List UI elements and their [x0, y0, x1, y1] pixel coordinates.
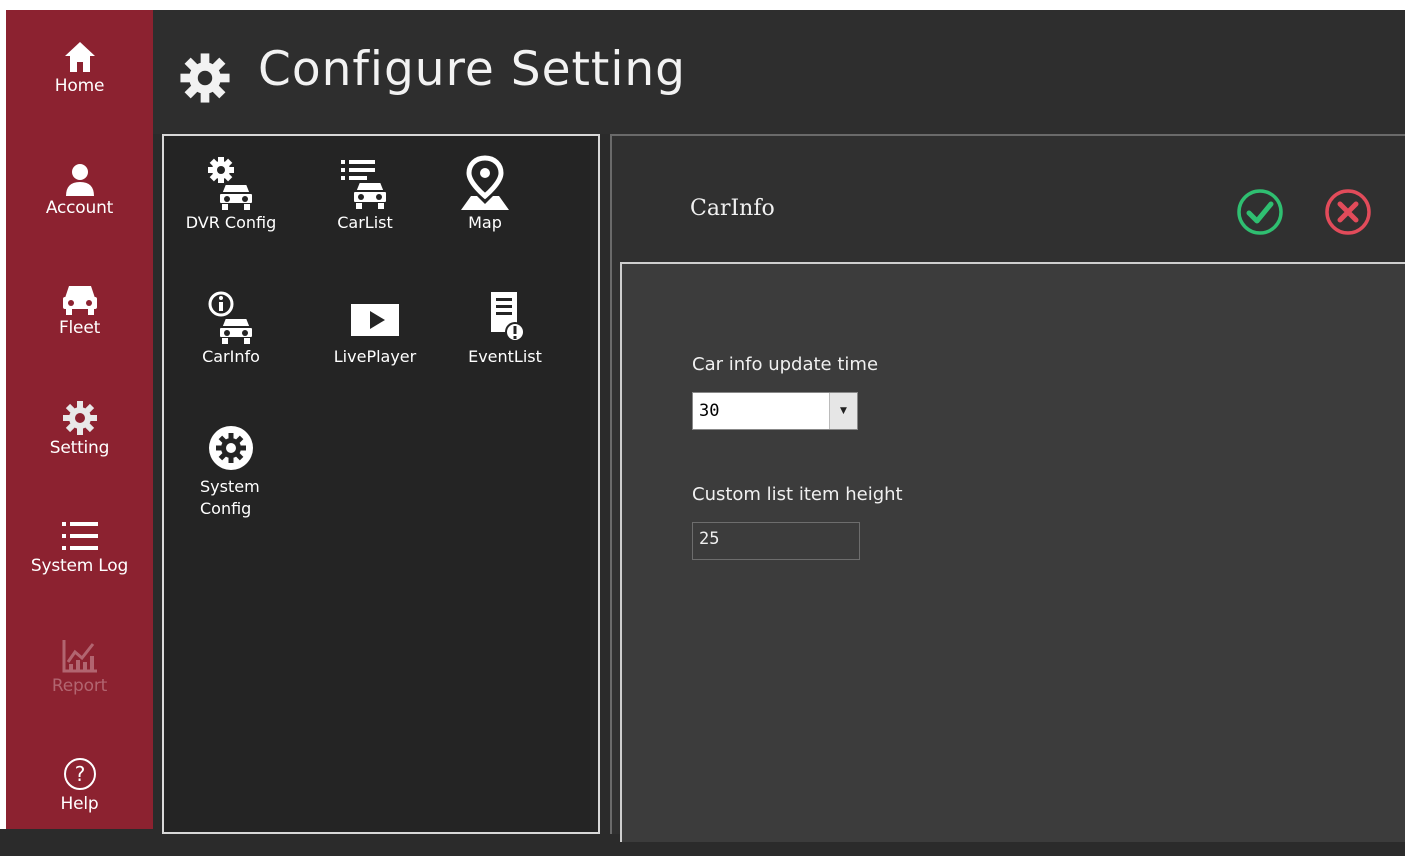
- system-config-icon: [209, 426, 253, 470]
- car-icon: [62, 286, 97, 315]
- window-frame-top: [0, 0, 1405, 10]
- user-icon: [65, 164, 94, 196]
- item-height-label: Custom list item height: [692, 484, 903, 505]
- tile-label: EventList: [468, 347, 542, 366]
- play-icon: [351, 304, 399, 336]
- item-height-input[interactable]: 25: [692, 522, 860, 560]
- sidebar-item-help[interactable]: ? Help: [6, 756, 153, 856]
- svg-text:?: ?: [74, 762, 85, 786]
- tile-eventlist[interactable]: EventList: [440, 288, 570, 408]
- sidebar-item-label: Report: [51, 676, 108, 696]
- sidebar-item-label: Fleet: [58, 318, 101, 338]
- confirm-icon[interactable]: [1234, 186, 1286, 238]
- tile-label: DVR Config: [185, 213, 277, 232]
- chart-icon: [62, 640, 97, 673]
- gear-icon: [180, 53, 230, 103]
- map-pin-icon: [461, 155, 509, 210]
- gear-icon: [62, 401, 97, 435]
- tile-label-line1: System: [200, 477, 260, 496]
- header: Configure Setting: [153, 10, 1405, 134]
- sidebar-item-setting[interactable]: Setting: [6, 400, 153, 500]
- sidebar-item-system-log[interactable]: System Log: [6, 518, 153, 618]
- tile-label: CarInfo: [202, 347, 260, 366]
- dvr-config-icon: [208, 157, 254, 210]
- chevron-down-icon[interactable]: ▼: [829, 393, 857, 429]
- settings-form: Car info update time 30 ▼ Custom list it…: [620, 262, 1405, 842]
- tile-carinfo[interactable]: CarInfo: [166, 288, 296, 408]
- update-time-value: 30: [699, 401, 720, 421]
- sidebar-item-fleet[interactable]: Fleet: [6, 282, 153, 382]
- update-time-label: Car info update time: [692, 354, 879, 375]
- config-menu-panel: DVR Config CarList Map CarInfo LivePlaye…: [162, 134, 600, 834]
- update-time-select[interactable]: 30 ▼: [692, 392, 858, 430]
- carinfo-icon: [208, 291, 254, 344]
- tile-liveplayer[interactable]: LivePlayer: [310, 288, 440, 408]
- sidebar-item-label: Home: [54, 76, 105, 96]
- sidebar-item-label: Account: [45, 198, 114, 218]
- sidebar-item-label: System Log: [30, 556, 129, 576]
- tile-label: LivePlayer: [333, 347, 417, 366]
- sidebar-item-home[interactable]: Home: [6, 40, 153, 140]
- tile-system-config[interactable]: System Config: [166, 418, 296, 538]
- tile-carlist[interactable]: CarList: [300, 154, 430, 274]
- panel-title: CarInfo: [690, 196, 775, 221]
- page-title: Configure Setting: [258, 42, 687, 97]
- tile-label-line2: Config: [200, 499, 252, 518]
- sidebar-item-account[interactable]: Account: [6, 162, 153, 262]
- sidebar: Home Account Fleet Setting System Log Re…: [6, 10, 153, 829]
- home-icon: [64, 42, 95, 72]
- sidebar-item-label: Setting: [49, 438, 110, 458]
- tile-map[interactable]: Map: [420, 154, 550, 274]
- sidebar-item-label: Help: [60, 794, 99, 814]
- tile-label: CarList: [337, 213, 393, 232]
- tile-dvr-config[interactable]: DVR Config: [166, 154, 296, 274]
- carlist-icon: [341, 160, 388, 209]
- tile-label: Map: [468, 213, 502, 232]
- list-icon: [61, 522, 98, 550]
- cancel-icon[interactable]: [1322, 186, 1374, 238]
- sidebar-item-report[interactable]: Report: [6, 638, 153, 738]
- help-icon: ?: [63, 758, 96, 790]
- carinfo-panel: CarInfo Car info update time 30 ▼ Custom…: [610, 134, 1405, 842]
- event-list-icon: [491, 292, 525, 342]
